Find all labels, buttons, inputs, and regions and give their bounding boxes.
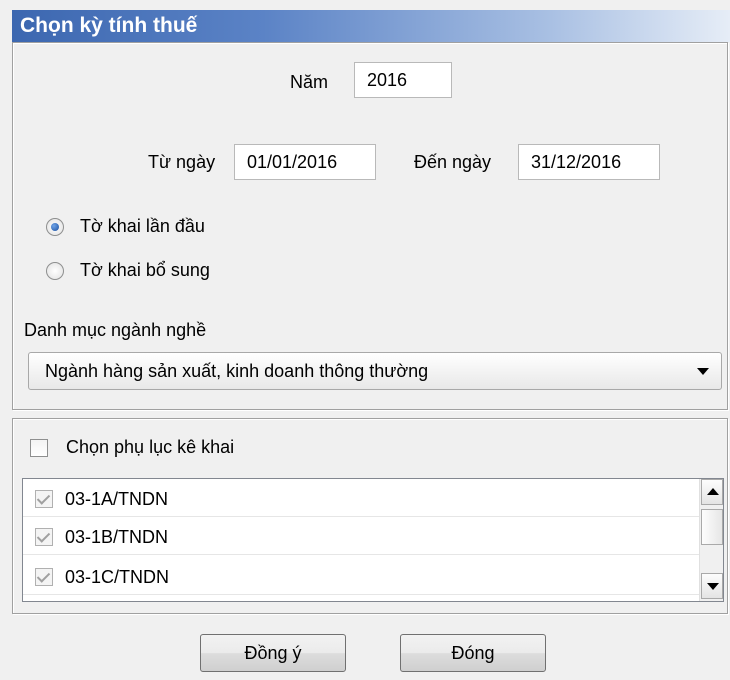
- arrow-down-icon: [707, 583, 719, 590]
- chevron-down-icon: [697, 368, 709, 375]
- appendix-toggle-checkbox[interactable]: [30, 439, 48, 457]
- year-label: Năm: [290, 72, 329, 92]
- from-date-input[interactable]: 01/01/2016: [234, 144, 376, 180]
- to-date-input[interactable]: 31/12/2016: [518, 144, 660, 180]
- ok-button[interactable]: Đồng ý: [200, 634, 346, 672]
- to-date-label: Đến ngày: [414, 152, 492, 172]
- arrow-up-icon: [707, 488, 719, 495]
- appendix-list: 03-1A/TNDN 03-1B/TNDN 03-1C/TNDN: [22, 478, 724, 602]
- appendix-item-label: 03-1C/TNDN: [65, 567, 170, 587]
- industry-select[interactable]: Ngành hàng sản xuất, kinh doanh thông th…: [28, 352, 722, 390]
- appendix-item-checkbox: [35, 528, 53, 546]
- industry-label: Danh mục ngành nghề: [24, 320, 207, 340]
- scroll-down-button[interactable]: [701, 573, 723, 599]
- vertical-scrollbar[interactable]: [699, 479, 723, 601]
- list-item: 03-1C/TNDN: [23, 559, 699, 595]
- appendix-item-label: 03-1B/TNDN: [65, 527, 169, 547]
- from-date-label: Từ ngày: [148, 152, 216, 172]
- scroll-up-button[interactable]: [701, 479, 723, 505]
- radio-supplementary-declaration-label: Tờ khai bổ sung: [80, 260, 210, 280]
- list-item: 03-1B/TNDN: [23, 519, 699, 555]
- industry-select-value: Ngành hàng sản xuất, kinh doanh thông th…: [45, 361, 429, 381]
- appendix-item-checkbox: [35, 490, 53, 508]
- appendix-toggle-label: Chọn phụ lục kê khai: [66, 437, 235, 457]
- dialog-title: Chọn kỳ tính thuế: [12, 10, 730, 42]
- close-button[interactable]: Đóng: [400, 634, 546, 672]
- scroll-thumb[interactable]: [701, 509, 723, 545]
- appendix-item-label: 03-1A/TNDN: [65, 489, 169, 509]
- year-input[interactable]: 2016: [354, 62, 452, 98]
- radio-first-declaration-label: Tờ khai lần đầu: [80, 216, 205, 236]
- radio-first-declaration[interactable]: [46, 218, 64, 236]
- radio-supplementary-declaration[interactable]: [46, 262, 64, 280]
- list-item: 03-1A/TNDN: [23, 481, 699, 517]
- appendix-item-checkbox: [35, 568, 53, 586]
